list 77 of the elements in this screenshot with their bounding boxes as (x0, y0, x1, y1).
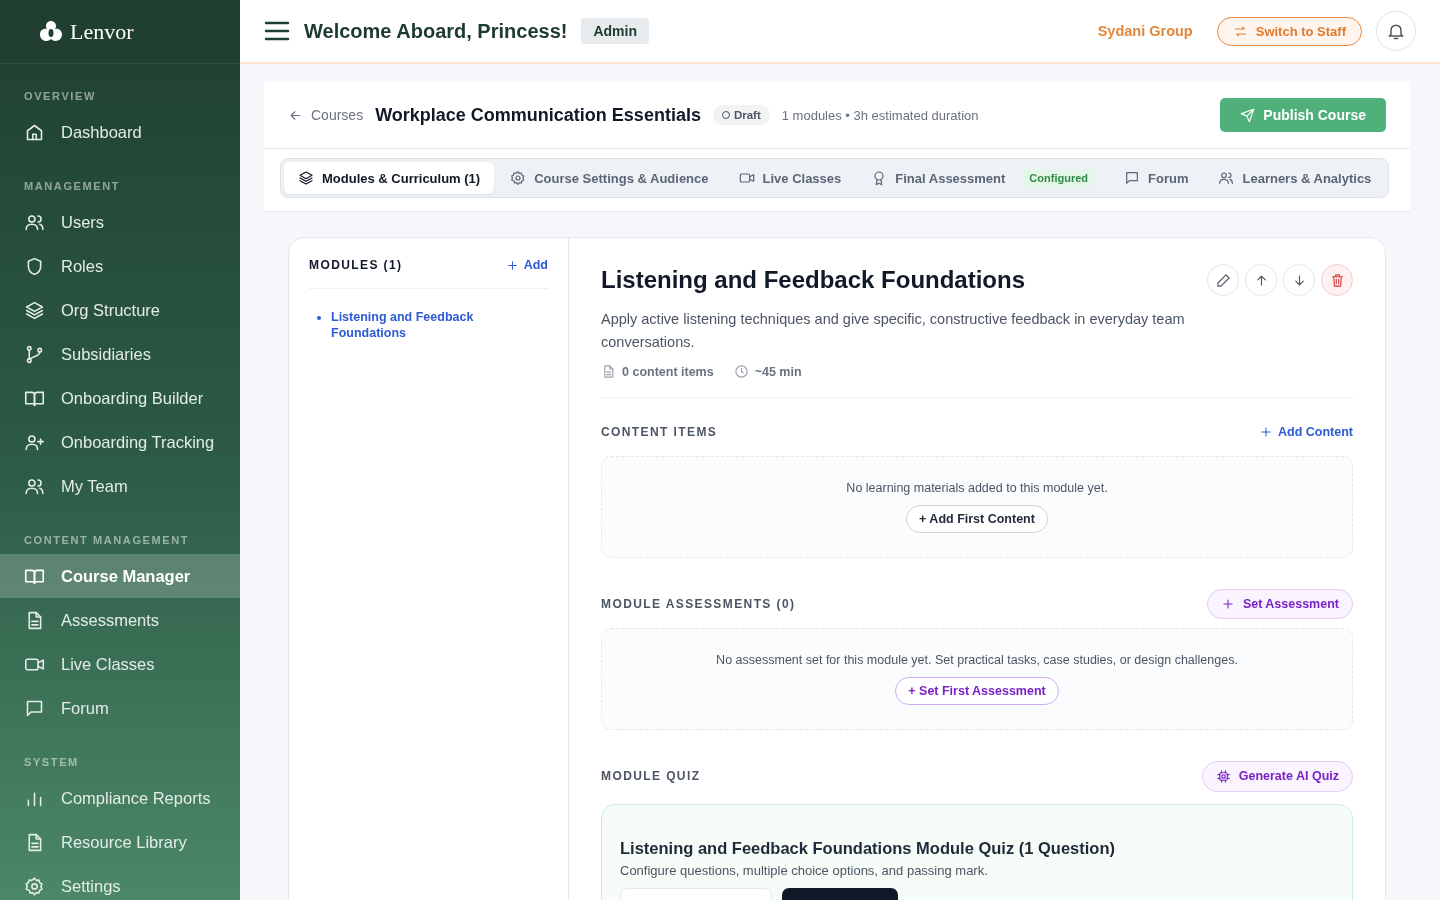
set-assessment-button[interactable]: Set Assessment (1206, 589, 1353, 619)
tab[interactable]: Course Settings & Audience (496, 162, 723, 194)
tab[interactable]: Forum (1110, 162, 1203, 194)
sidebar-item[interactable]: Roles (0, 244, 240, 288)
trash-icon (1329, 272, 1345, 288)
empty-message: No assessment set for this module yet. Set practical tasks, case studies, or design challenges. (716, 653, 1238, 667)
add-module-button[interactable]: Add (505, 258, 548, 272)
sidebar-item[interactable]: Onboarding Tracking (0, 420, 240, 464)
settings-icon (24, 875, 45, 897)
tab[interactable]: Modules & Curriculum (1) (284, 162, 495, 194)
modules-heading: MODULES (1) (309, 258, 403, 272)
delete-button[interactable] (1321, 264, 1353, 296)
module-title: Listening and Feedback Foundations (601, 266, 1026, 294)
organization-name: Sydani Group (1097, 23, 1193, 39)
users-icon (1218, 170, 1235, 186)
sidebar-item[interactable]: My Team (0, 464, 240, 508)
duration: ~45 min (754, 364, 802, 379)
plus-icon (1259, 425, 1273, 439)
section-label: OVERVIEW (23, 90, 97, 104)
sidebar-item[interactable]: Onboarding Builder (0, 376, 240, 420)
plus-icon (505, 258, 519, 272)
content-count: 0 content items (622, 364, 714, 379)
video-icon (738, 170, 755, 186)
add-first-content-button[interactable]: + Add First Content (906, 505, 1048, 533)
section-heading: MODULE QUIZ (601, 769, 701, 783)
generate-quiz-button[interactable]: Generate AI Quiz (1201, 760, 1353, 792)
section-heading: MODULE ASSESSMENTS (0) (601, 597, 796, 611)
send-icon (1240, 107, 1256, 123)
tab[interactable]: Final Assessment Configured (857, 162, 1109, 194)
role-badge: Admin (581, 18, 649, 44)
move-up-button[interactable] (1245, 264, 1277, 296)
back-link[interactable]: Courses (288, 107, 364, 123)
sidebar-item[interactable]: Org Structure (0, 288, 240, 332)
clock-icon (733, 364, 749, 379)
layers-icon (24, 299, 45, 321)
sidebar-item[interactable]: Subsidiaries (0, 332, 240, 376)
sidebar-item[interactable]: Resource Library (0, 820, 240, 864)
welcome-title: Welcome Aboard, Princess! (304, 19, 568, 43)
sidebar-item[interactable]: Users (0, 200, 240, 244)
plus-icon (1220, 597, 1235, 611)
sidebar-item[interactable]: Assessments (0, 598, 240, 642)
document-icon (601, 364, 616, 379)
sidebar-item[interactable]: Course Manager (0, 554, 240, 598)
course-title: Workplace Communication Essentials (375, 104, 701, 126)
section-label: CONTENT MANAGEMENT (23, 534, 191, 548)
set-first-assessment-button[interactable]: + Set First Assessment (895, 677, 1059, 705)
course-meta: 1 modules • 3h estimated duration (781, 107, 979, 123)
empty-message: No learning materials added to this module yet. (846, 481, 1108, 495)
section-heading: CONTENT ITEMS (601, 425, 718, 439)
add-content-button[interactable]: Add Content (1259, 425, 1353, 439)
branch-icon (24, 343, 45, 365)
move-down-button[interactable] (1283, 264, 1315, 296)
chat-icon (1124, 170, 1141, 186)
sidebar-item[interactable]: Live Classes (0, 642, 240, 686)
brand-name: Lenvor (70, 18, 134, 45)
configured-badge: Configured (1023, 169, 1095, 187)
chip-icon (1215, 768, 1231, 784)
layers-icon (298, 170, 314, 186)
settings-icon (510, 170, 527, 186)
switch-icon (1232, 23, 1248, 39)
module-link[interactable]: Listening and Feedback Foundations (331, 309, 491, 341)
tab[interactable]: Live Classes (724, 162, 856, 194)
sidebar-item[interactable]: Compliance Reports (0, 776, 240, 820)
sidebar-item[interactable]: Settings (0, 864, 240, 900)
pencil-icon (1215, 272, 1231, 288)
quiz-title: Listening and Feedback Foundations Module Quiz (1 Question) (620, 839, 1117, 858)
section-label: SYSTEM (23, 756, 80, 770)
quiz-subtitle: Configure questions, multiple choice options, and passing mark. (620, 863, 989, 878)
notifications-button[interactable] (1376, 11, 1416, 51)
menu-button[interactable] (264, 20, 290, 42)
section-label: MANAGEMENT (23, 180, 122, 194)
module-description: Apply active listening techniques and give specific, constructive feedback in everyday team conversations. (601, 310, 1186, 352)
sidebar-item[interactable]: Dashboard (0, 110, 240, 154)
status-badge: Draft (712, 105, 770, 125)
edit-button[interactable] (1207, 264, 1239, 296)
tab[interactable]: Learners & Analytics (1204, 162, 1386, 194)
sidebar-item[interactable]: Forum (0, 686, 240, 730)
